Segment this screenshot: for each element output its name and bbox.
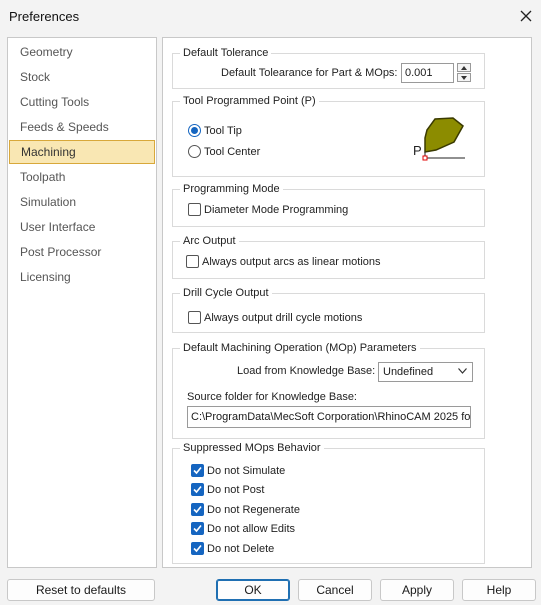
do-not-allow-edits-checkbox[interactable] [191,522,204,535]
checkmark-icon [193,505,202,514]
sidebar-item-user-interface[interactable]: User Interface [8,215,156,239]
arcs-linear-label: Always output arcs as linear motions [202,256,381,268]
do-not-post-label: Do not Post [207,484,265,496]
tool-point-legend: Tool Programmed Point (P) [180,95,319,108]
tolerance-label: Default Tolearance for Part & MOps: [221,67,398,79]
suppressed-mops-legend: Suppressed MOps Behavior [180,442,324,455]
reset-to-defaults-button[interactable]: Reset to defaults [7,579,155,601]
ok-button[interactable]: OK [216,579,290,601]
tolerance-spin-up[interactable] [457,63,471,72]
do-not-simulate-checkbox[interactable] [191,464,204,477]
sidebar-item-feeds-speeds[interactable]: Feeds & Speeds [8,115,156,139]
checkmark-icon [193,466,202,475]
title-bar: Preferences [0,0,541,32]
do-not-regenerate-label: Do not Regenerate [207,504,300,516]
sidebar-item-simulation[interactable]: Simulation [8,190,156,214]
cancel-button[interactable]: Cancel [298,579,372,601]
do-not-allow-edits-label: Do not allow Edits [207,523,296,535]
drill-cycle-group: Drill Cycle Output Always output drill c… [172,287,485,333]
load-kb-dropdown[interactable]: Undefined [378,362,473,382]
settings-panel: Default Tolerance Default Tolearance for… [162,37,532,568]
arcs-linear-checkbox[interactable] [186,255,199,268]
point-p-label: P [413,143,422,158]
drill-cycle-label: Always output drill cycle motions [204,312,363,324]
do-not-regenerate-checkbox[interactable] [191,503,204,516]
tolerance-spin-down[interactable] [457,73,471,82]
arc-output-group: Arc Output Always output arcs as linear … [172,235,485,279]
sidebar-item-post-processor[interactable]: Post Processor [8,240,156,264]
knowledge-base-legend: Default Machining Operation (MOp) Parame… [180,342,420,355]
tool-center-radio[interactable] [188,145,201,158]
programming-mode-group: Programming Mode Diameter Mode Programmi… [172,183,485,227]
sidebar-item-stock[interactable]: Stock [8,65,156,89]
sidebar-item-cutting-tools[interactable]: Cutting Tools [8,90,156,114]
suppressed-mops-group: Suppressed MOps Behavior Do not Simulate… [172,442,485,564]
drill-cycle-legend: Drill Cycle Output [180,287,272,300]
default-tolerance-legend: Default Tolerance [180,47,272,60]
do-not-delete-label: Do not Delete [207,543,275,555]
tool-insert-diagram [422,117,465,161]
checkmark-icon [193,485,202,494]
programmed-point-marker [422,155,428,161]
chevron-down-icon [458,368,467,374]
do-not-post-checkbox[interactable] [191,483,204,496]
sidebar-item-machining[interactable]: Machining [9,140,155,164]
do-not-simulate-label: Do not Simulate [207,465,286,477]
do-not-delete-checkbox[interactable] [191,542,204,555]
window-title: Preferences [9,9,80,24]
spin-down-icon [461,75,467,80]
help-button[interactable]: Help [462,579,536,601]
category-list: Geometry Stock Cutting Tools Feeds & Spe… [7,37,157,568]
knowledge-base-group: Default Machining Operation (MOp) Parame… [172,342,485,439]
load-kb-value: Undefined [383,366,434,378]
sidebar-item-geometry[interactable]: Geometry [8,40,156,64]
tool-point-group: Tool Programmed Point (P) Tool Tip Tool … [172,95,485,177]
tolerance-input[interactable]: 0.001 [401,63,454,83]
arc-output-legend: Arc Output [180,235,239,248]
tool-center-label: Tool Center [204,146,261,158]
drill-cycle-checkbox[interactable] [188,311,201,324]
apply-button[interactable]: Apply [380,579,454,601]
tool-tip-label: Tool Tip [204,125,242,137]
diameter-mode-checkbox[interactable] [188,203,201,216]
tool-insert-shape [424,117,464,153]
spin-up-icon [461,65,467,70]
source-folder-label: Source folder for Knowledge Base: [187,391,357,403]
diameter-mode-label: Diameter Mode Programming [204,204,349,216]
checkmark-icon [193,544,202,553]
source-folder-input[interactable]: C:\ProgramData\MecSoft Corporation\Rhino… [187,406,471,428]
sidebar-item-toolpath[interactable]: Toolpath [8,165,156,189]
programming-mode-legend: Programming Mode [180,183,283,196]
default-tolerance-group: Default Tolerance Default Tolearance for… [172,47,485,89]
tool-tip-radio[interactable] [188,124,201,137]
close-icon [520,10,532,22]
sidebar-item-licensing[interactable]: Licensing [8,265,156,289]
close-button[interactable] [511,0,541,32]
load-kb-label: Load from Knowledge Base: [237,365,376,377]
checkmark-icon [193,524,202,533]
